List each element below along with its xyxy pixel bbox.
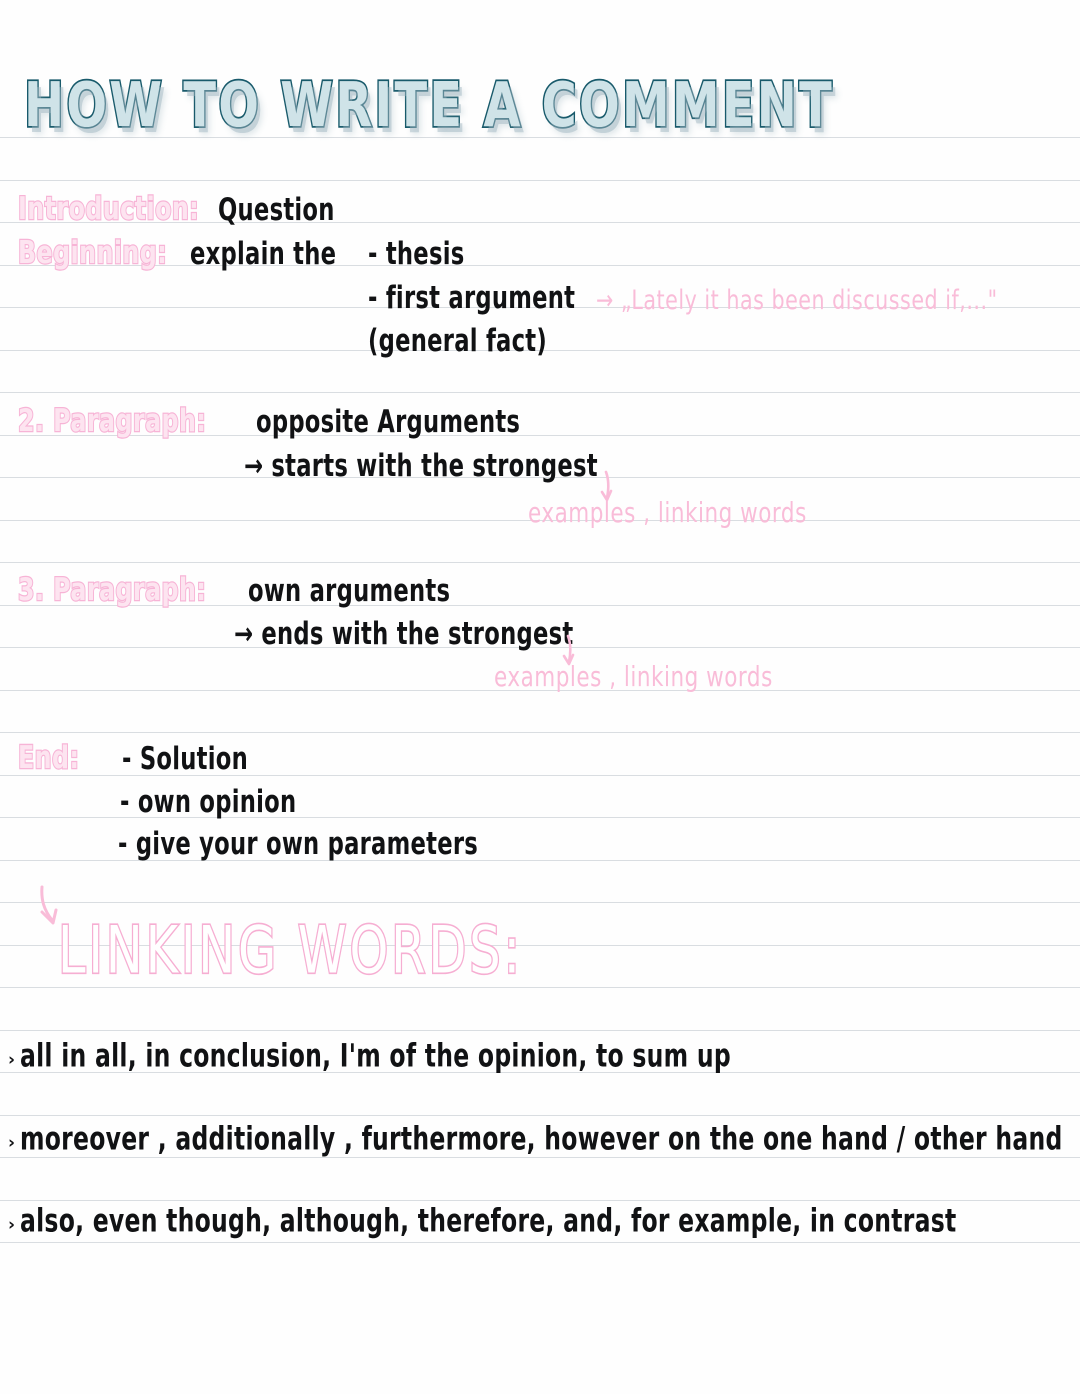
value-paragraph-2: opposite Arguments: [256, 404, 521, 441]
curved-arrow-icon-p3: [562, 634, 575, 666]
bullet-marker-1: ›: [8, 1050, 16, 1070]
beginning-item-thesis: - thesis: [368, 236, 465, 273]
notebook-page: HOW TO WRITE A COMMENT Introduction: Que…: [0, 0, 1080, 1394]
detail-paragraph-2: → starts with the strongest: [244, 448, 598, 485]
linking-row-2-text: moreover , additionally , furthermore, h…: [20, 1119, 1063, 1158]
beginning-example-phrase: → „Lately it has been discussed if,...": [596, 284, 998, 316]
label-paragraph-2: 2. Paragraph:: [17, 403, 207, 440]
curved-arrow-icon-linking-words: [40, 885, 58, 925]
detail-paragraph-3: → ends with the strongest: [234, 616, 574, 653]
linking-row-1-text: all in all, in conclusion, I'm of the op…: [20, 1036, 732, 1075]
label-introduction: Introduction:: [17, 191, 200, 228]
linking-row-2: › moreover , additionally , furthermore,…: [8, 1119, 1080, 1158]
heading-linking-words: LINKING WORDS:: [57, 913, 523, 989]
note-paragraph-2: examples , linking words: [528, 496, 807, 529]
value-beginning: explain the: [190, 236, 337, 273]
label-paragraph-3: 3. Paragraph:: [17, 572, 207, 609]
handwritten-content: HOW TO WRITE A COMMENT Introduction: Que…: [0, 0, 1080, 1394]
beginning-item-first-argument: - first argument: [368, 280, 576, 317]
curved-arrow-icon-p2: [600, 470, 613, 502]
value-paragraph-3: own arguments: [248, 573, 451, 610]
linking-row-3-text: also, even though, although, therefore, …: [20, 1201, 957, 1240]
beginning-item-general-fact: (general fact): [368, 323, 548, 360]
bullet-marker-2: ›: [8, 1133, 16, 1153]
value-introduction: Question: [218, 192, 335, 229]
end-item-own-opinion: - own opinion: [120, 784, 297, 821]
bullet-marker-3: ›: [8, 1215, 16, 1235]
page-title: HOW TO WRITE A COMMENT: [23, 70, 835, 142]
linking-row-3: › also, even though, although, therefore…: [8, 1201, 1080, 1240]
end-item-parameters: - give your own parameters: [118, 826, 479, 863]
end-item-solution: - Solution: [122, 741, 249, 778]
linking-row-1: › all in all, in conclusion, I'm of the …: [8, 1036, 866, 1075]
label-beginning: Beginning:: [17, 235, 168, 272]
label-end: End:: [17, 740, 80, 777]
note-paragraph-3: examples , linking words: [494, 660, 773, 693]
